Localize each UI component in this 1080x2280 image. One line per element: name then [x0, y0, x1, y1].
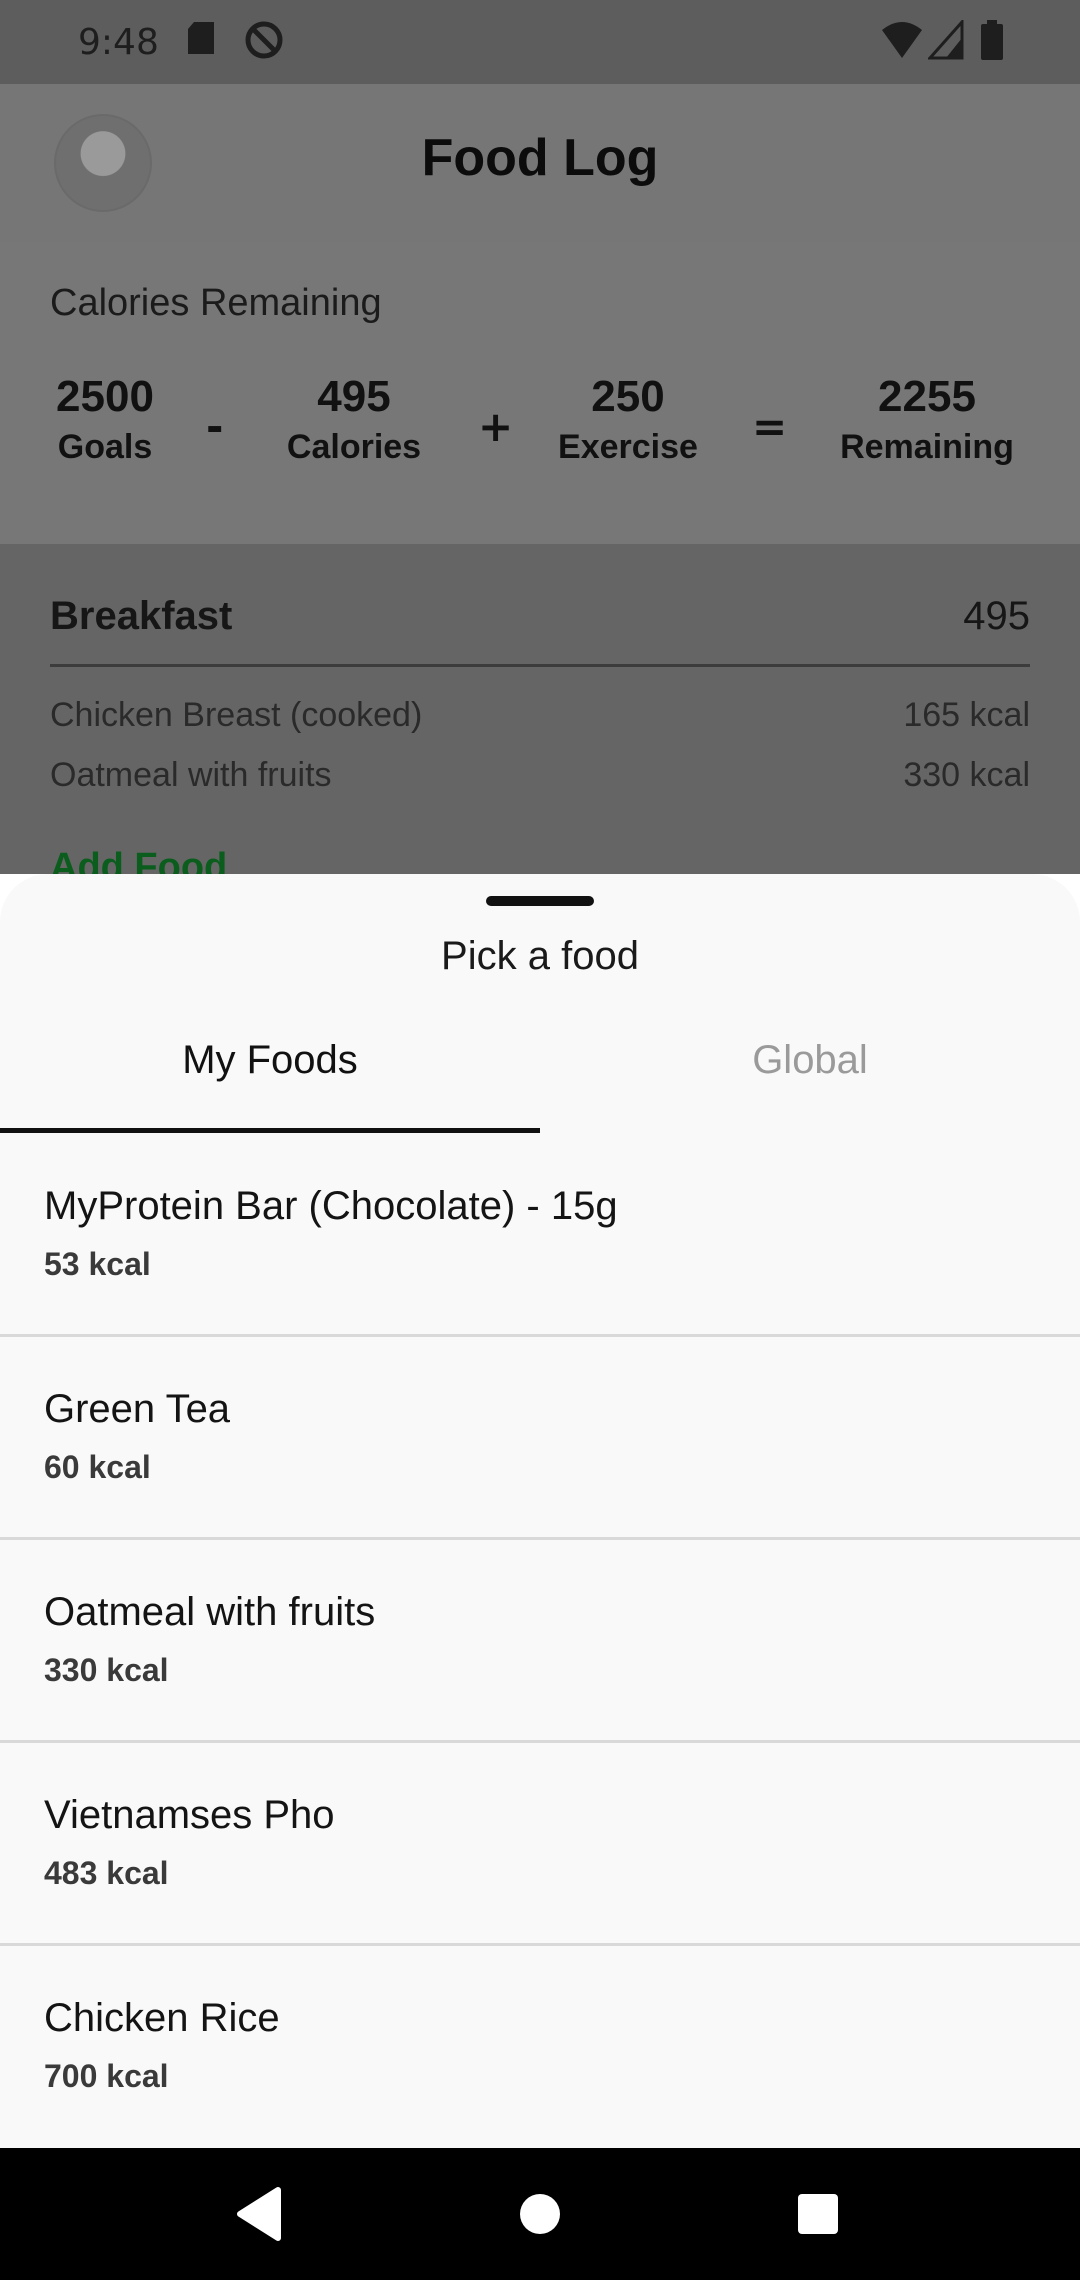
status-time: 9:48	[78, 22, 159, 63]
calories-caption: Calories	[286, 428, 422, 466]
meal-entry-kcal: 330 kcal	[903, 756, 1030, 794]
plus-operator: +	[478, 402, 514, 451]
navigation-bar	[0, 2148, 1080, 2280]
meal-entry-name: Oatmeal with fruits	[50, 756, 332, 794]
food-kcal: 483 kcal	[44, 1855, 169, 1891]
back-icon[interactable]	[232, 2184, 286, 2248]
tab-global[interactable]: Global	[540, 1038, 1080, 1083]
status-bar: 9:48	[0, 0, 1080, 84]
food-name: MyProtein Bar (Chocolate) - 15g	[44, 1184, 618, 1228]
sheet-title: Pick a food	[441, 934, 639, 978]
meal-total: 495	[963, 594, 1030, 638]
calories-value: 495	[317, 372, 391, 421]
page-title: Food Log	[421, 129, 659, 187]
pick-food-sheet: Pick a food My Foods Global MyProtein Ba…	[0, 874, 1080, 2148]
meal-entry-name: Chicken Breast (cooked)	[50, 696, 423, 734]
food-item[interactable]: Oatmeal with fruits 330 kcal	[0, 1540, 1080, 1743]
meal-title: Breakfast	[50, 594, 233, 638]
food-kcal: 60 kcal	[44, 1449, 151, 1485]
remaining-stat: 2255 Remaining	[824, 372, 1030, 467]
do-not-disturb-icon	[244, 20, 284, 69]
food-item[interactable]: Vietnamses Pho 483 kcal	[0, 1743, 1080, 1946]
cell-signal-icon	[926, 18, 964, 69]
drag-handle[interactable]	[486, 896, 594, 906]
battery-icon	[980, 20, 1004, 69]
remaining-value: 2255	[878, 372, 976, 421]
minus-operator: -	[206, 402, 224, 451]
remaining-caption: Remaining	[840, 428, 1014, 466]
meal-entry[interactable]: Chicken Breast (cooked) 165 kcal	[50, 696, 1030, 735]
home-icon[interactable]	[518, 2184, 562, 2248]
food-name: Oatmeal with fruits	[44, 1590, 376, 1634]
tab-indicator	[0, 1128, 540, 1133]
exercise-value: 250	[591, 372, 665, 421]
goals-value: 2500	[56, 372, 154, 421]
food-kcal: 700 kcal	[44, 2058, 169, 2094]
recents-icon[interactable]	[796, 2184, 840, 2248]
divider	[50, 664, 1030, 667]
food-item[interactable]: Chicken Rice 700 kcal	[0, 1946, 1080, 2146]
food-name: Green Tea	[44, 1387, 231, 1431]
calories-summary: Calories Remaining 2500 Goals - 495 Calo…	[0, 242, 1080, 544]
goals-caption: Goals	[57, 428, 153, 466]
calories-remaining-label: Calories Remaining	[50, 282, 382, 324]
food-item[interactable]: MyProtein Bar (Chocolate) - 15g 53 kcal	[0, 1134, 1080, 1337]
food-name: Vietnamses Pho	[44, 1793, 335, 1837]
exercise-caption: Exercise	[558, 428, 698, 466]
food-kcal: 53 kcal	[44, 1246, 151, 1282]
meal-entry[interactable]: Oatmeal with fruits 330 kcal	[50, 756, 1030, 795]
food-kcal: 330 kcal	[44, 1652, 169, 1688]
meal-entry-kcal: 165 kcal	[903, 696, 1030, 734]
food-item[interactable]: Green Tea 60 kcal	[0, 1337, 1080, 1540]
sd-card-icon	[186, 20, 216, 65]
food-list: MyProtein Bar (Chocolate) - 15g 53 kcal …	[0, 1134, 1080, 2146]
wifi-icon	[880, 20, 924, 69]
exercise-stat: 250 Exercise	[548, 372, 708, 467]
tab-my-foods[interactable]: My Foods	[0, 1038, 540, 1083]
food-name: Chicken Rice	[44, 1996, 280, 2040]
goals-stat: 2500 Goals	[50, 372, 160, 467]
calories-stat: 495 Calories	[272, 372, 436, 467]
equals-operator: =	[752, 402, 788, 451]
breakfast-section: Breakfast 495 Chicken Breast (cooked) 16…	[0, 544, 1080, 888]
